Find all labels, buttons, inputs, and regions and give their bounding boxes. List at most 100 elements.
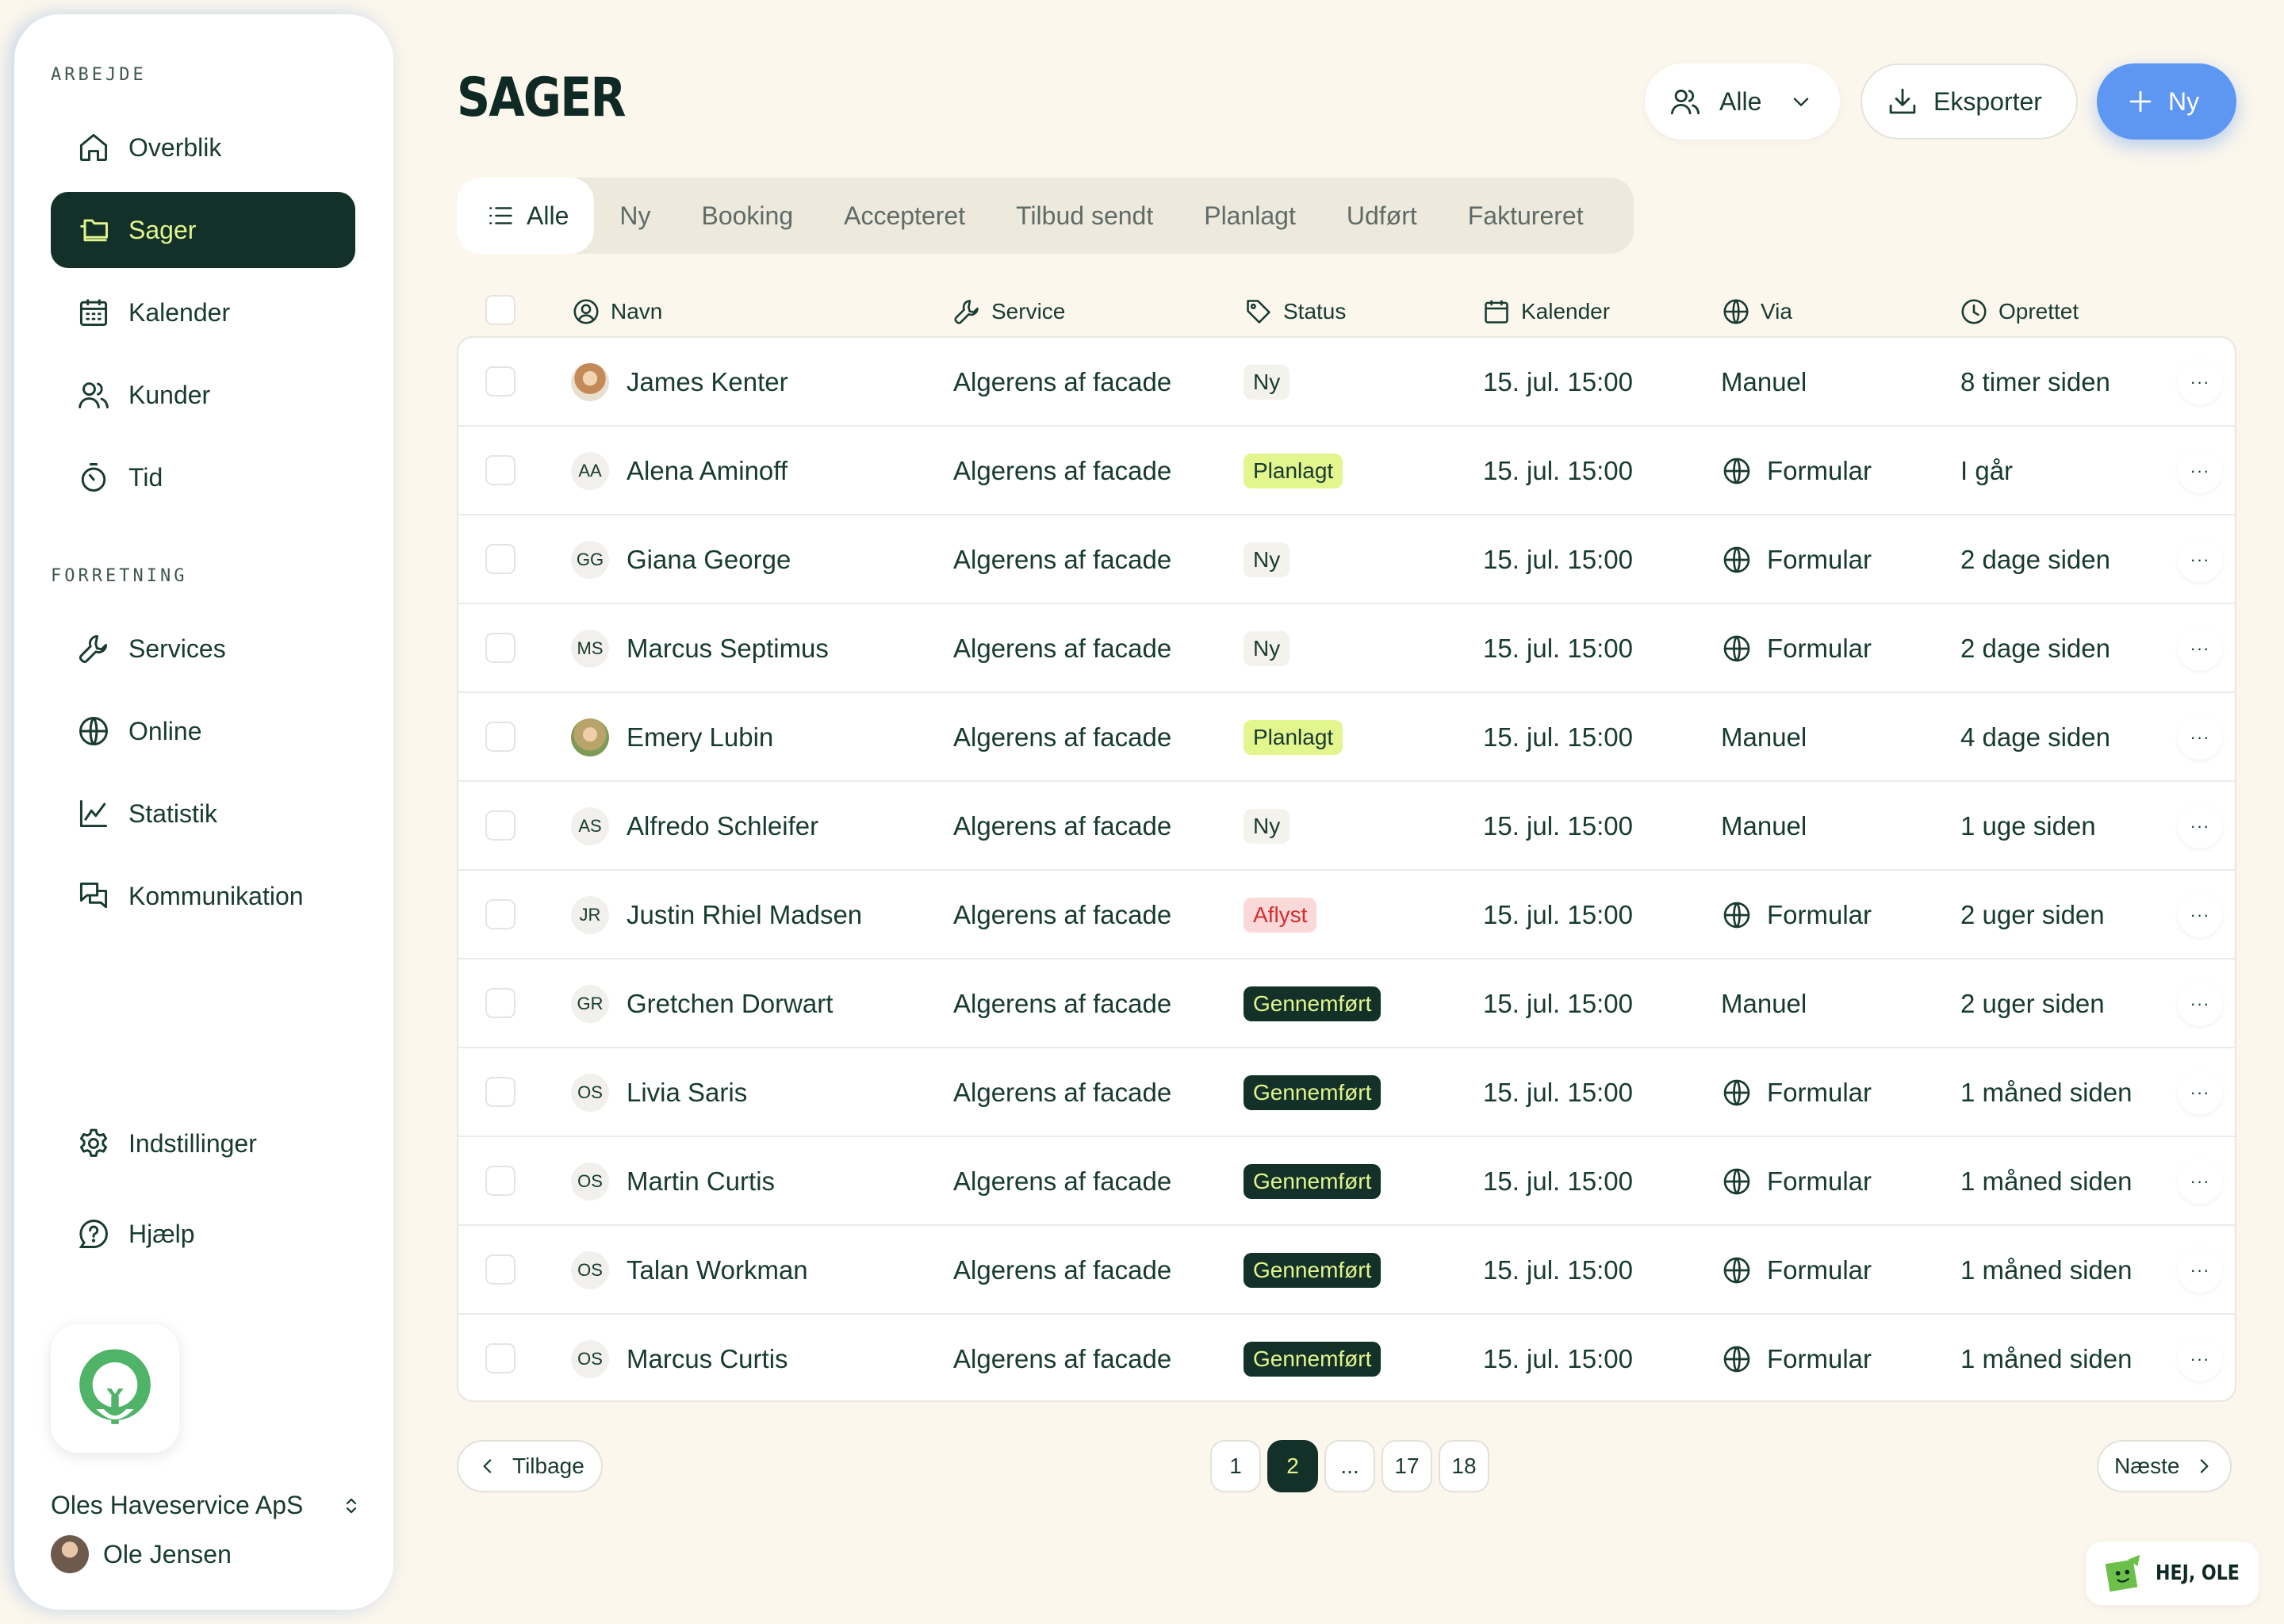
column-header-via[interactable]: Via: [1721, 290, 1792, 333]
row-more-button[interactable]: ···: [2178, 538, 2222, 582]
sidebar-item-label: Indstillinger: [128, 1128, 257, 1158]
export-button[interactable]: Eksporter: [1861, 63, 2078, 140]
row-more-button[interactable]: ···: [2178, 360, 2222, 404]
tab-faktureret[interactable]: Faktureret: [1443, 178, 1609, 254]
customer-name[interactable]: Gretchen Dorwart: [627, 989, 833, 1019]
page-button-2[interactable]: 2: [1267, 1440, 1318, 1492]
page-button-17[interactable]: 17: [1382, 1440, 1432, 1492]
cell-name: OS Talan Workman: [571, 1226, 808, 1315]
avatar-initials: MS: [571, 630, 609, 668]
sidebar-item-sager[interactable]: Sager: [51, 192, 355, 268]
user-profile[interactable]: Ole Jensen: [51, 1535, 232, 1573]
cell-created: 1 uge siden: [1960, 811, 2096, 841]
row-more-button[interactable]: ···: [2178, 1071, 2222, 1115]
table-row[interactable]: JR Justin Rhiel Madsen Algerens af facade A…: [458, 871, 2235, 959]
tab-ny[interactable]: Ny: [594, 178, 676, 254]
avatar: [571, 718, 609, 756]
table-row[interactable]: OS Martin Curtis Algerens af facade Gennemf…: [458, 1137, 2235, 1226]
column-header-status[interactable]: Status: [1244, 290, 1346, 333]
sidebar-item-overblik[interactable]: Overblik: [51, 109, 355, 186]
previous-page-label: Tilbage: [512, 1454, 584, 1478]
row-checkbox[interactable]: [485, 1166, 515, 1196]
filter-dropdown[interactable]: Alle: [1645, 63, 1840, 140]
table-row[interactable]: OS Marcus Curtis Algerens af facade Gennemf…: [458, 1315, 2235, 1404]
customer-name[interactable]: James Kenter: [627, 367, 788, 397]
page-button-1[interactable]: 1: [1210, 1440, 1261, 1492]
table-row[interactable]: GR Gretchen Dorwart Algerens af facade Genn…: [458, 959, 2235, 1048]
column-header-service[interactable]: Service: [952, 290, 1065, 333]
cell-calendar: 15. jul. 15:00: [1483, 367, 1633, 396]
row-checkbox[interactable]: [485, 455, 515, 485]
table-row[interactable]: AA Alena Aminoff Algerens af facade Planlag…: [458, 427, 2235, 515]
row-checkbox[interactable]: [485, 810, 515, 841]
tab-accepteret[interactable]: Accepteret: [818, 178, 991, 254]
customer-name[interactable]: Livia Saris: [627, 1078, 747, 1108]
row-more-button[interactable]: ···: [2178, 804, 2222, 848]
table-row[interactable]: GG Giana George Algerens af facade Ny 15. ju…: [458, 515, 2235, 604]
table-row[interactable]: AS Alfredo Schleifer Algerens af facade Ny 1…: [458, 782, 2235, 871]
customer-name[interactable]: Marcus Curtis: [627, 1344, 788, 1374]
customer-name[interactable]: Justin Rhiel Madsen: [627, 900, 862, 930]
chevron-right-icon: [2179, 1454, 2216, 1478]
column-header-oprettet[interactable]: Oprettet: [1959, 290, 2079, 333]
row-checkbox[interactable]: [485, 1343, 515, 1373]
tab-booking[interactable]: Booking: [676, 178, 818, 254]
sidebar-item-services[interactable]: Services: [51, 611, 355, 687]
table-row[interactable]: MS Marcus Septimus Algerens af facade Ny 15.…: [458, 604, 2235, 693]
row-more-button[interactable]: ···: [2178, 893, 2222, 937]
next-page-button[interactable]: Næste: [2097, 1440, 2232, 1492]
greeting-widget[interactable]: HEJ, OLE: [2086, 1542, 2259, 1605]
row-more-button[interactable]: ···: [2178, 715, 2222, 760]
cell-calendar: 15. jul. 15:00: [1483, 1255, 1633, 1285]
column-header-navn[interactable]: Navn: [571, 290, 662, 333]
customer-name[interactable]: Marcus Septimus: [627, 634, 829, 664]
row-checkbox[interactable]: [485, 899, 515, 929]
sidebar-item-kommunikation[interactable]: Kommunikation: [51, 858, 355, 934]
page-button-18[interactable]: 18: [1439, 1440, 1489, 1492]
table-row[interactable]: OS Talan Workman Algerens af facade Gennemf…: [458, 1226, 2235, 1315]
customer-name[interactable]: Talan Workman: [627, 1255, 808, 1285]
sidebar-item-hjaelp[interactable]: Hjælp: [51, 1196, 355, 1272]
row-checkbox[interactable]: [485, 1254, 515, 1285]
row-checkbox[interactable]: [485, 988, 515, 1018]
customer-name[interactable]: Emery Lubin: [627, 722, 773, 753]
table-row[interactable]: James Kenter Algerens af facade Ny 15. jul.…: [458, 338, 2235, 427]
column-header-kalender[interactable]: Kalender: [1481, 290, 1610, 333]
cell-status: Ny: [1244, 515, 1290, 604]
sidebar-item-online[interactable]: Online: [51, 693, 355, 769]
customer-name[interactable]: Martin Curtis: [627, 1166, 775, 1197]
table-row[interactable]: OS Livia Saris Algerens af facade Gennemfør…: [458, 1048, 2235, 1137]
row-more-button[interactable]: ···: [2178, 1248, 2222, 1293]
row-checkbox[interactable]: [485, 1077, 515, 1107]
column-label: Oprettet: [1998, 299, 2079, 324]
previous-page-button[interactable]: Tilbage: [457, 1440, 603, 1492]
row-more-button[interactable]: ···: [2178, 626, 2222, 671]
row-checkbox[interactable]: [485, 633, 515, 663]
sidebar-item-kalender[interactable]: Kalender: [51, 274, 355, 350]
row-more-button[interactable]: ···: [2178, 1337, 2222, 1381]
sidebar-item-indstillinger[interactable]: Indstillinger: [51, 1105, 355, 1182]
cell-status: Planlagt: [1244, 693, 1343, 782]
row-more-button[interactable]: ···: [2178, 449, 2222, 493]
cell-calendar: 15. jul. 15:00: [1483, 900, 1633, 929]
company-switcher[interactable]: Oles Haveservice ApS: [51, 1491, 363, 1520]
sidebar-item-statistik[interactable]: Statistik: [51, 776, 355, 852]
sidebar-item-tid[interactable]: Tid: [51, 439, 355, 515]
select-all-checkbox[interactable]: [485, 295, 515, 325]
sidebar-item-kunder[interactable]: Kunder: [51, 357, 355, 433]
tab-udfoert[interactable]: Udført: [1321, 178, 1443, 254]
customer-name[interactable]: Giana George: [627, 545, 791, 575]
row-checkbox[interactable]: [485, 366, 515, 396]
tab-planlagt[interactable]: Planlagt: [1178, 178, 1321, 254]
new-case-button[interactable]: Ny: [2097, 63, 2236, 140]
row-more-button[interactable]: ···: [2178, 1159, 2222, 1204]
customer-name[interactable]: Alfredo Schleifer: [627, 811, 818, 841]
row-checkbox[interactable]: [485, 544, 515, 574]
row-checkbox[interactable]: [485, 722, 515, 752]
table-row[interactable]: Emery Lubin Algerens af facade Planlagt 15.…: [458, 693, 2235, 782]
tab-alle[interactable]: Alle: [457, 178, 595, 254]
customer-name[interactable]: Alena Aminoff: [627, 456, 788, 486]
tab-tilbud-sendt[interactable]: Tilbud sendt: [991, 178, 1178, 254]
row-more-button[interactable]: ···: [2178, 982, 2222, 1026]
cell-name: OS Livia Saris: [571, 1048, 747, 1137]
